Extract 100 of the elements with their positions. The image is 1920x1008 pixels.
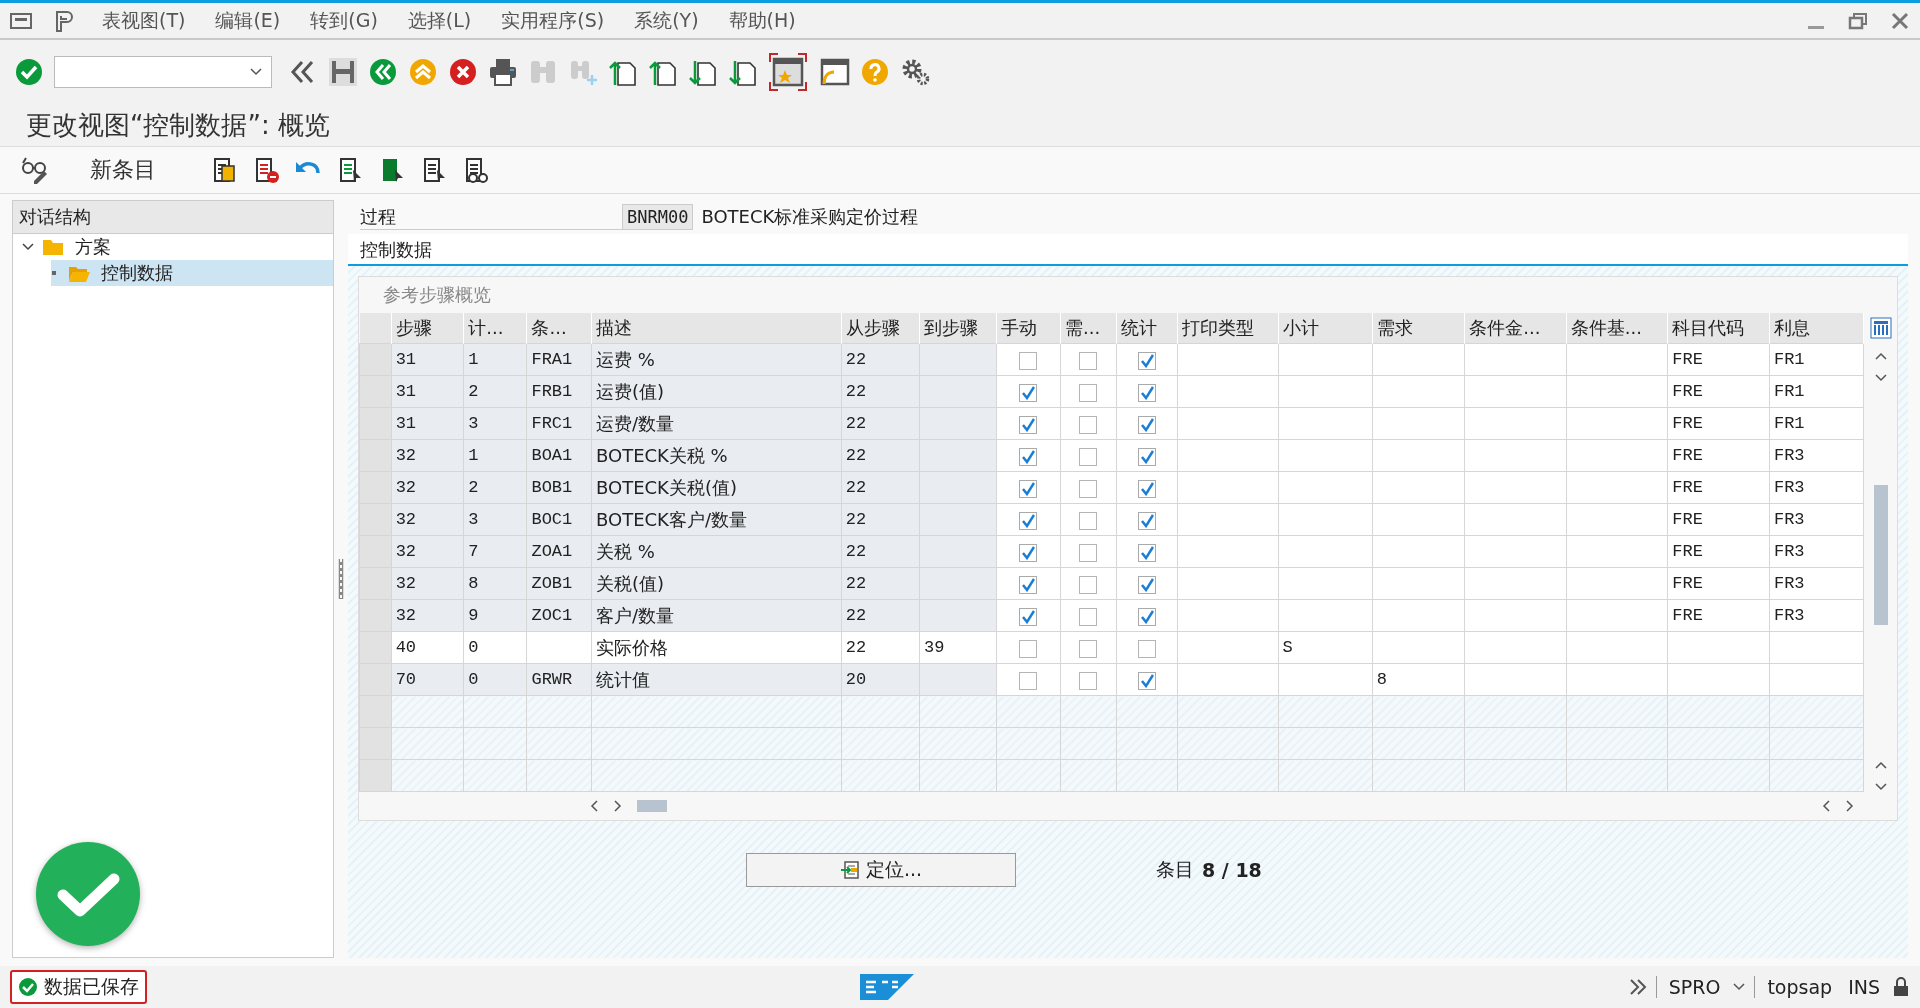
checkbox[interactable] — [1137, 383, 1156, 402]
checkbox[interactable] — [1137, 511, 1156, 530]
table-cell: FRC1 — [531, 414, 573, 433]
chevron-down-icon[interactable] — [1873, 373, 1888, 383]
checkbox[interactable] — [1019, 447, 1038, 466]
checkbox[interactable] — [1137, 415, 1156, 434]
checkbox[interactable] — [1079, 607, 1098, 626]
checkmark-icon — [1139, 481, 1154, 496]
new-window-icon[interactable] — [818, 56, 850, 88]
menu-item[interactable]: 编辑(E) — [211, 5, 285, 36]
input-mode[interactable]: INS — [1844, 976, 1884, 998]
checkbox[interactable] — [1079, 639, 1098, 658]
checkbox[interactable] — [1079, 351, 1098, 370]
checkbox[interactable] — [1019, 607, 1038, 626]
glasses-pencil-icon[interactable] — [20, 155, 50, 185]
checkbox[interactable] — [1019, 351, 1038, 370]
settings-icon[interactable] — [900, 57, 930, 87]
column-header[interactable]: 科目代码 — [1667, 313, 1770, 344]
checkbox[interactable] — [1019, 671, 1038, 690]
checkbox[interactable] — [1019, 511, 1038, 530]
chevron-down-icon[interactable] — [1732, 982, 1747, 992]
column-header[interactable]: 计... — [463, 313, 527, 344]
checkbox[interactable] — [1019, 543, 1038, 562]
transaction-code[interactable]: SPRO — [1664, 976, 1725, 998]
checkbox[interactable] — [1079, 511, 1098, 530]
checkbox[interactable] — [1079, 383, 1098, 402]
checkbox[interactable] — [1137, 543, 1156, 562]
favorite-window-icon[interactable] — [768, 52, 808, 92]
column-header[interactable]: 打印类型 — [1177, 313, 1279, 344]
checkbox[interactable] — [1137, 639, 1156, 658]
checkbox[interactable] — [1137, 575, 1156, 594]
chevron-right-icon[interactable] — [613, 799, 623, 813]
menu-item[interactable]: 选择(L) — [403, 5, 476, 36]
column-settings-icon[interactable] — [1869, 317, 1892, 339]
checkbox[interactable] — [1019, 479, 1038, 498]
table-cell: 70 — [395, 670, 417, 689]
menu-item[interactable]: 帮助(H) — [724, 5, 800, 36]
table-cell: 2 — [468, 382, 479, 401]
status-message[interactable]: 数据已保存 — [10, 970, 147, 1004]
checkbox[interactable] — [1019, 639, 1038, 658]
column-header[interactable]: 统计 — [1116, 313, 1178, 344]
column-header[interactable]: 手动 — [996, 313, 1061, 344]
close-icon[interactable] — [1890, 10, 1910, 31]
menu-item[interactable]: 表视图(T) — [98, 5, 190, 36]
column-header[interactable]: 利息 — [1769, 313, 1864, 344]
checkbox[interactable] — [1137, 671, 1156, 690]
checkbox[interactable] — [1079, 671, 1098, 690]
double-chevron-right-icon[interactable] — [1627, 977, 1648, 997]
checkbox[interactable] — [1137, 479, 1156, 498]
checkbox[interactable] — [1079, 543, 1098, 562]
checkbox[interactable] — [1079, 415, 1098, 434]
back-icon[interactable] — [368, 57, 398, 87]
checkmark-icon — [1021, 417, 1036, 432]
chevron-left-icon[interactable] — [589, 799, 599, 813]
column-header[interactable]: 条件金... — [1464, 313, 1567, 344]
new-entries-button[interactable]: 新条目 — [86, 153, 160, 187]
column-header[interactable]: 小计 — [1278, 313, 1373, 344]
menu-item[interactable]: 实用程序(S) — [497, 5, 609, 36]
checkbox[interactable] — [1137, 447, 1156, 466]
chevron-down-icon[interactable] — [1873, 782, 1888, 792]
tab[interactable]: 控制数据 — [360, 239, 432, 260]
column-header[interactable]: 需... — [1060, 313, 1117, 344]
position-button[interactable]: 定位... — [746, 853, 1016, 887]
checkbox[interactable] — [1019, 383, 1038, 402]
cancel-icon[interactable] — [448, 57, 478, 87]
command-field[interactable] — [54, 56, 272, 88]
chevron-right-icon[interactable] — [1845, 799, 1855, 813]
column-header[interactable]: 描述 — [591, 313, 842, 344]
checkbox[interactable] — [1137, 607, 1156, 626]
checkbox[interactable] — [1079, 479, 1098, 498]
menu-item[interactable]: 转到(G) — [306, 5, 382, 36]
column-header[interactable]: 到步骤 — [919, 313, 997, 344]
table-cell: FRE — [1672, 446, 1703, 465]
scrollbar-thumb[interactable] — [1873, 485, 1888, 625]
chevron-left-icon[interactable] — [1821, 799, 1831, 813]
menu-item[interactable]: 系统(Y) — [630, 5, 703, 36]
chevron-up-icon[interactable] — [1873, 760, 1888, 770]
column-header[interactable]: 条件基... — [1566, 313, 1668, 344]
column-header[interactable]: 需求 — [1372, 313, 1465, 344]
tree-item[interactable]: 方案 — [13, 234, 333, 260]
procedure-field[interactable]: BNRM00 — [622, 204, 694, 230]
layout-icon[interactable] — [54, 9, 76, 32]
checkbox[interactable] — [1019, 575, 1038, 594]
restore-icon[interactable] — [1848, 10, 1868, 31]
checkbox[interactable] — [1137, 351, 1156, 370]
column-header[interactable]: 从步骤 — [841, 313, 920, 344]
table-cell: 22 — [845, 414, 867, 433]
print-icon[interactable] — [488, 57, 518, 87]
checkbox[interactable] — [1019, 415, 1038, 434]
column-header[interactable]: 条... — [526, 313, 592, 344]
splitter-handle-icon[interactable] — [338, 559, 344, 599]
menu-icon[interactable] — [10, 11, 32, 30]
chevron-down-icon[interactable] — [249, 67, 263, 77]
table-cell: ZOB1 — [531, 574, 573, 593]
checkbox[interactable] — [1079, 447, 1098, 466]
scrollbar-thumb[interactable] — [637, 800, 667, 812]
enter-icon[interactable] — [14, 57, 44, 87]
checkbox[interactable] — [1079, 575, 1098, 594]
chevron-up-icon[interactable] — [1873, 351, 1888, 361]
column-header[interactable]: 步骤 — [391, 313, 464, 344]
